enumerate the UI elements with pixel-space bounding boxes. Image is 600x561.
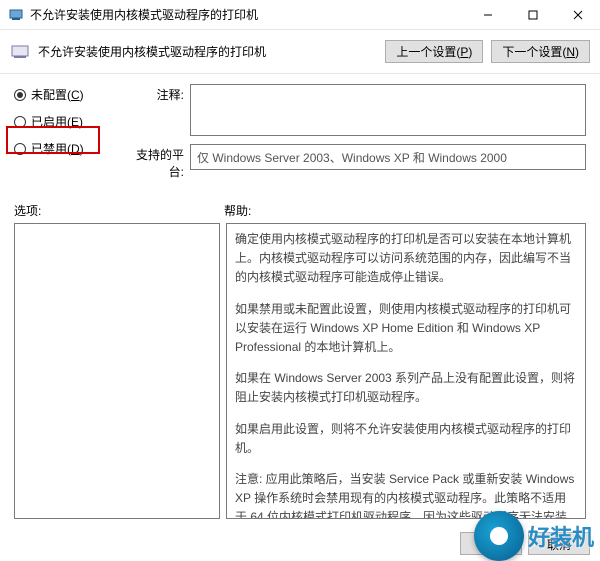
comment-textarea[interactable] [190, 84, 586, 136]
help-paragraph: 确定使用内核模式驱动程序的打印机是否可以安装在本地计算机上。内核模式驱动程序可以… [235, 230, 577, 288]
maximize-button[interactable] [510, 0, 555, 29]
previous-setting-button[interactable]: 上一个设置(P) [385, 40, 483, 63]
radio-not-configured[interactable]: 未配置(C) [14, 86, 114, 103]
dialog-footer: 确定 取消 [460, 532, 590, 555]
help-paragraph: 如果启用此设置，则将不允许安装使用内核模式驱动程序的打印机。 [235, 420, 577, 458]
minimize-button[interactable] [465, 0, 510, 29]
policy-title: 不允许安装使用内核模式驱动程序的打印机 [38, 43, 377, 60]
radio-icon [14, 116, 26, 128]
cancel-button[interactable]: 取消 [528, 532, 590, 555]
toolbar: 不允许安装使用内核模式驱动程序的打印机 上一个设置(P) 下一个设置(N) [0, 30, 600, 74]
policy-state-radios: 未配置(C) 已启用(E) 已禁用(D) [14, 84, 114, 188]
platform-label: 支持的平台: [124, 144, 184, 180]
radio-icon [14, 143, 26, 155]
close-button[interactable] [555, 0, 600, 29]
window-title: 不允许安装使用内核模式驱动程序的打印机 [30, 6, 465, 23]
titlebar: 不允许安装使用内核模式驱动程序的打印机 [0, 0, 600, 30]
platform-text: 仅 Windows Server 2003、Windows XP 和 Windo… [197, 151, 507, 165]
help-text-panel[interactable]: 确定使用内核模式驱动程序的打印机是否可以安装在本地计算机上。内核模式驱动程序可以… [226, 223, 586, 519]
help-paragraph: 注意: 应用此策略后，当安装 Service Pack 或重新安装 Window… [235, 470, 577, 519]
help-paragraph: 如果禁用或未配置此设置，则使用内核模式驱动程序的打印机可以安装在运行 Windo… [235, 300, 577, 358]
supported-platforms-box[interactable]: 仅 Windows Server 2003、Windows XP 和 Windo… [190, 144, 586, 170]
radio-enabled[interactable]: 已启用(E) [14, 113, 114, 130]
help-label: 帮助: [224, 202, 586, 219]
next-setting-button[interactable]: 下一个设置(N) [491, 40, 590, 63]
radio-icon [14, 89, 26, 101]
comment-label: 注释: [124, 84, 184, 103]
help-paragraph: 如果在 Windows Server 2003 系列产品上没有配置此设置，则将阻… [235, 369, 577, 407]
options-label: 选项: [14, 202, 224, 219]
radio-disabled[interactable]: 已禁用(D) [14, 140, 114, 157]
ok-button[interactable]: 确定 [460, 532, 522, 555]
app-icon [8, 7, 24, 23]
options-panel [14, 223, 220, 519]
policy-icon [10, 42, 30, 62]
